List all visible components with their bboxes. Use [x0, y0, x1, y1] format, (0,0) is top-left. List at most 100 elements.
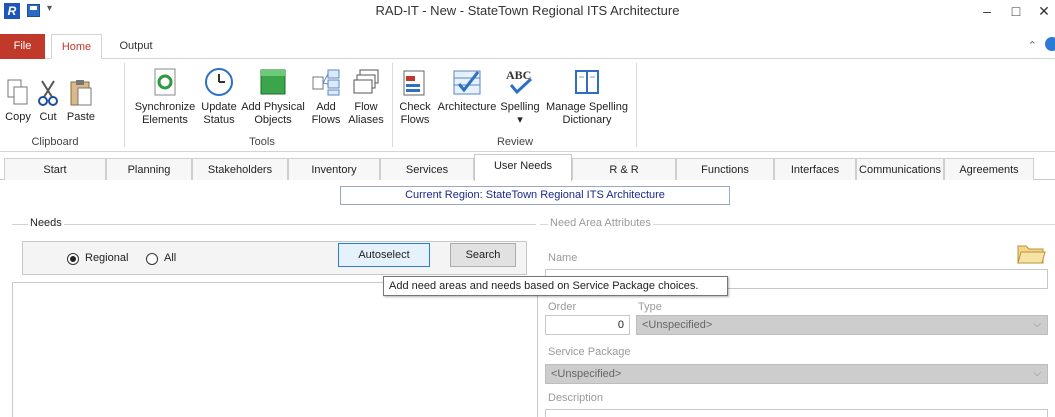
- add-physical-objects-button[interactable]: Add Physical Objects: [240, 67, 306, 127]
- cut-label: Cut: [39, 111, 57, 123]
- ribbon-separator: [392, 63, 393, 147]
- tab-r-and-r[interactable]: R & R: [572, 158, 676, 180]
- copy-label: Copy: [5, 111, 31, 123]
- ribbon-separator: [636, 63, 637, 147]
- folder-icon[interactable]: [1016, 240, 1046, 266]
- review-group-label: Review: [496, 136, 534, 148]
- regional-radio-label[interactable]: Regional: [85, 252, 128, 264]
- close-button[interactable]: ✕: [1032, 1, 1055, 21]
- needs-list[interactable]: [12, 282, 538, 417]
- paste-label: Paste: [66, 111, 96, 123]
- autoselect-button[interactable]: Autoselect: [338, 243, 430, 267]
- synchronize-elements-button[interactable]: Synchronize Elements: [134, 67, 196, 127]
- chevron-down-icon: ⌵: [1033, 368, 1041, 379]
- copy-button[interactable]: Copy: [4, 79, 32, 124]
- search-button[interactable]: Search: [450, 243, 516, 267]
- type-select-value: <Unspecified>: [642, 319, 713, 331]
- update-status-button[interactable]: Update Status: [200, 67, 238, 127]
- tab-user-needs[interactable]: User Needs: [474, 154, 572, 181]
- update-label-1: Update: [201, 101, 237, 113]
- add-flows-button[interactable]: Add Flows: [310, 67, 342, 127]
- type-select[interactable]: <Unspecified> ⌵: [636, 315, 1048, 335]
- tab-functions[interactable]: Functions: [676, 158, 774, 180]
- needs-group-title: Needs: [28, 217, 64, 229]
- architecture-button[interactable]: Architecture: [436, 67, 498, 114]
- book-icon: [575, 70, 599, 94]
- help-icon[interactable]: [1045, 37, 1055, 51]
- flows-icon: [312, 69, 340, 96]
- spelling-dropdown-icon[interactable]: ▾: [498, 114, 542, 127]
- add-flows-label-1: Add: [316, 101, 336, 113]
- check-flows-label-2: Flows: [400, 114, 430, 126]
- service-package-select[interactable]: <Unspecified> ⌵: [545, 364, 1048, 384]
- check-flows-icon: [403, 70, 425, 96]
- spelling-label: Spelling: [500, 101, 540, 113]
- flow-aliases-label-1: Flow: [354, 101, 378, 113]
- ribbon-separator: [124, 63, 125, 147]
- tab-communications[interactable]: Communications: [856, 158, 944, 180]
- checklist-icon: [453, 70, 481, 95]
- section-tab-bar: Start Planning Stakeholders Inventory Se…: [0, 154, 1055, 181]
- manage-spelling-dictionary-button[interactable]: Manage Spelling Dictionary: [542, 67, 632, 127]
- service-package-label: Service Package: [548, 346, 631, 358]
- maximize-button[interactable]: □: [1004, 1, 1028, 21]
- cube-icon: [260, 69, 286, 95]
- synchronize-label-2: Elements: [142, 114, 188, 126]
- flow-aliases-button[interactable]: Flow Aliases: [346, 67, 386, 127]
- add-physical-label-2: Objects: [254, 114, 292, 126]
- order-label: Order: [548, 301, 577, 313]
- cut-button[interactable]: Cut: [34, 79, 62, 124]
- autoselect-tooltip: Add need areas and needs based on Servic…: [383, 276, 728, 296]
- regional-radio[interactable]: [67, 253, 79, 265]
- sync-icon: [154, 68, 176, 96]
- abc-spell-icon: ABC: [506, 68, 533, 95]
- update-label-2: Status: [203, 114, 235, 126]
- flow-aliases-label-2: Aliases: [348, 114, 384, 126]
- window-title: RAD-IT - New - StateTown Regional ITS Ar…: [375, 3, 680, 18]
- paste-button[interactable]: Paste: [64, 79, 98, 124]
- minimize-button[interactable]: –: [975, 1, 999, 21]
- ribbon-tab-home[interactable]: Home: [51, 34, 102, 59]
- tab-start[interactable]: Start: [4, 158, 106, 180]
- chevron-down-icon: ⌵: [1033, 319, 1041, 330]
- type-label: Type: [638, 301, 662, 313]
- ribbon-tab-output[interactable]: Output: [112, 34, 160, 59]
- service-package-value: <Unspecified>: [551, 368, 622, 380]
- clipboard-icon: [70, 80, 92, 106]
- description-field[interactable]: [545, 409, 1048, 417]
- tab-planning[interactable]: Planning: [106, 158, 192, 180]
- tab-interfaces[interactable]: Interfaces: [774, 158, 856, 180]
- need-area-attributes-title: Need Area Attributes: [548, 217, 653, 229]
- tab-services[interactable]: Services: [380, 158, 474, 180]
- manage-spelling-label-1: Manage Spelling: [546, 101, 628, 113]
- architecture-label: Architecture: [437, 101, 497, 113]
- tab-stakeholders[interactable]: Stakeholders: [192, 158, 288, 180]
- all-radio[interactable]: [146, 253, 158, 265]
- spelling-button[interactable]: ABC Spelling ▾: [498, 67, 542, 127]
- tab-agreements[interactable]: Agreements: [944, 158, 1034, 180]
- order-field[interactable]: 0: [545, 315, 630, 335]
- needs-group-border: [12, 224, 536, 225]
- ribbon-tab-file[interactable]: File: [0, 34, 45, 59]
- manage-spelling-label-2: Dictionary: [562, 114, 612, 126]
- check-flows-button[interactable]: Check Flows: [398, 67, 432, 127]
- clipboard-group-label: Clipboard: [31, 136, 79, 148]
- stack-icon: [353, 69, 379, 94]
- copy-icon: [7, 79, 28, 105]
- current-region-label: Current Region: StateTown Regional ITS A…: [340, 186, 730, 205]
- ribbon-tab-bar: File Home Output: [0, 34, 1055, 59]
- clock-icon: [205, 68, 233, 96]
- description-label: Description: [548, 392, 604, 404]
- add-flows-label-2: Flows: [311, 114, 341, 126]
- collapse-ribbon-icon[interactable]: ⌃: [1028, 39, 1037, 52]
- synchronize-label-1: Synchronize: [134, 101, 196, 113]
- tab-inventory[interactable]: Inventory: [288, 158, 380, 180]
- name-label: Name: [548, 252, 578, 264]
- title-bar: R ▾ RAD-IT - New - StateTown Regional IT…: [0, 0, 1055, 22]
- check-flows-label-1: Check: [399, 101, 431, 113]
- add-physical-label-1: Add Physical: [241, 101, 305, 113]
- svg-text:ABC: ABC: [506, 68, 531, 82]
- tools-group-label: Tools: [249, 136, 275, 148]
- ribbon-body: Copy Cut Paste Clipboard Synchronize Ele…: [0, 59, 1055, 152]
- all-radio-label[interactable]: All: [164, 252, 176, 264]
